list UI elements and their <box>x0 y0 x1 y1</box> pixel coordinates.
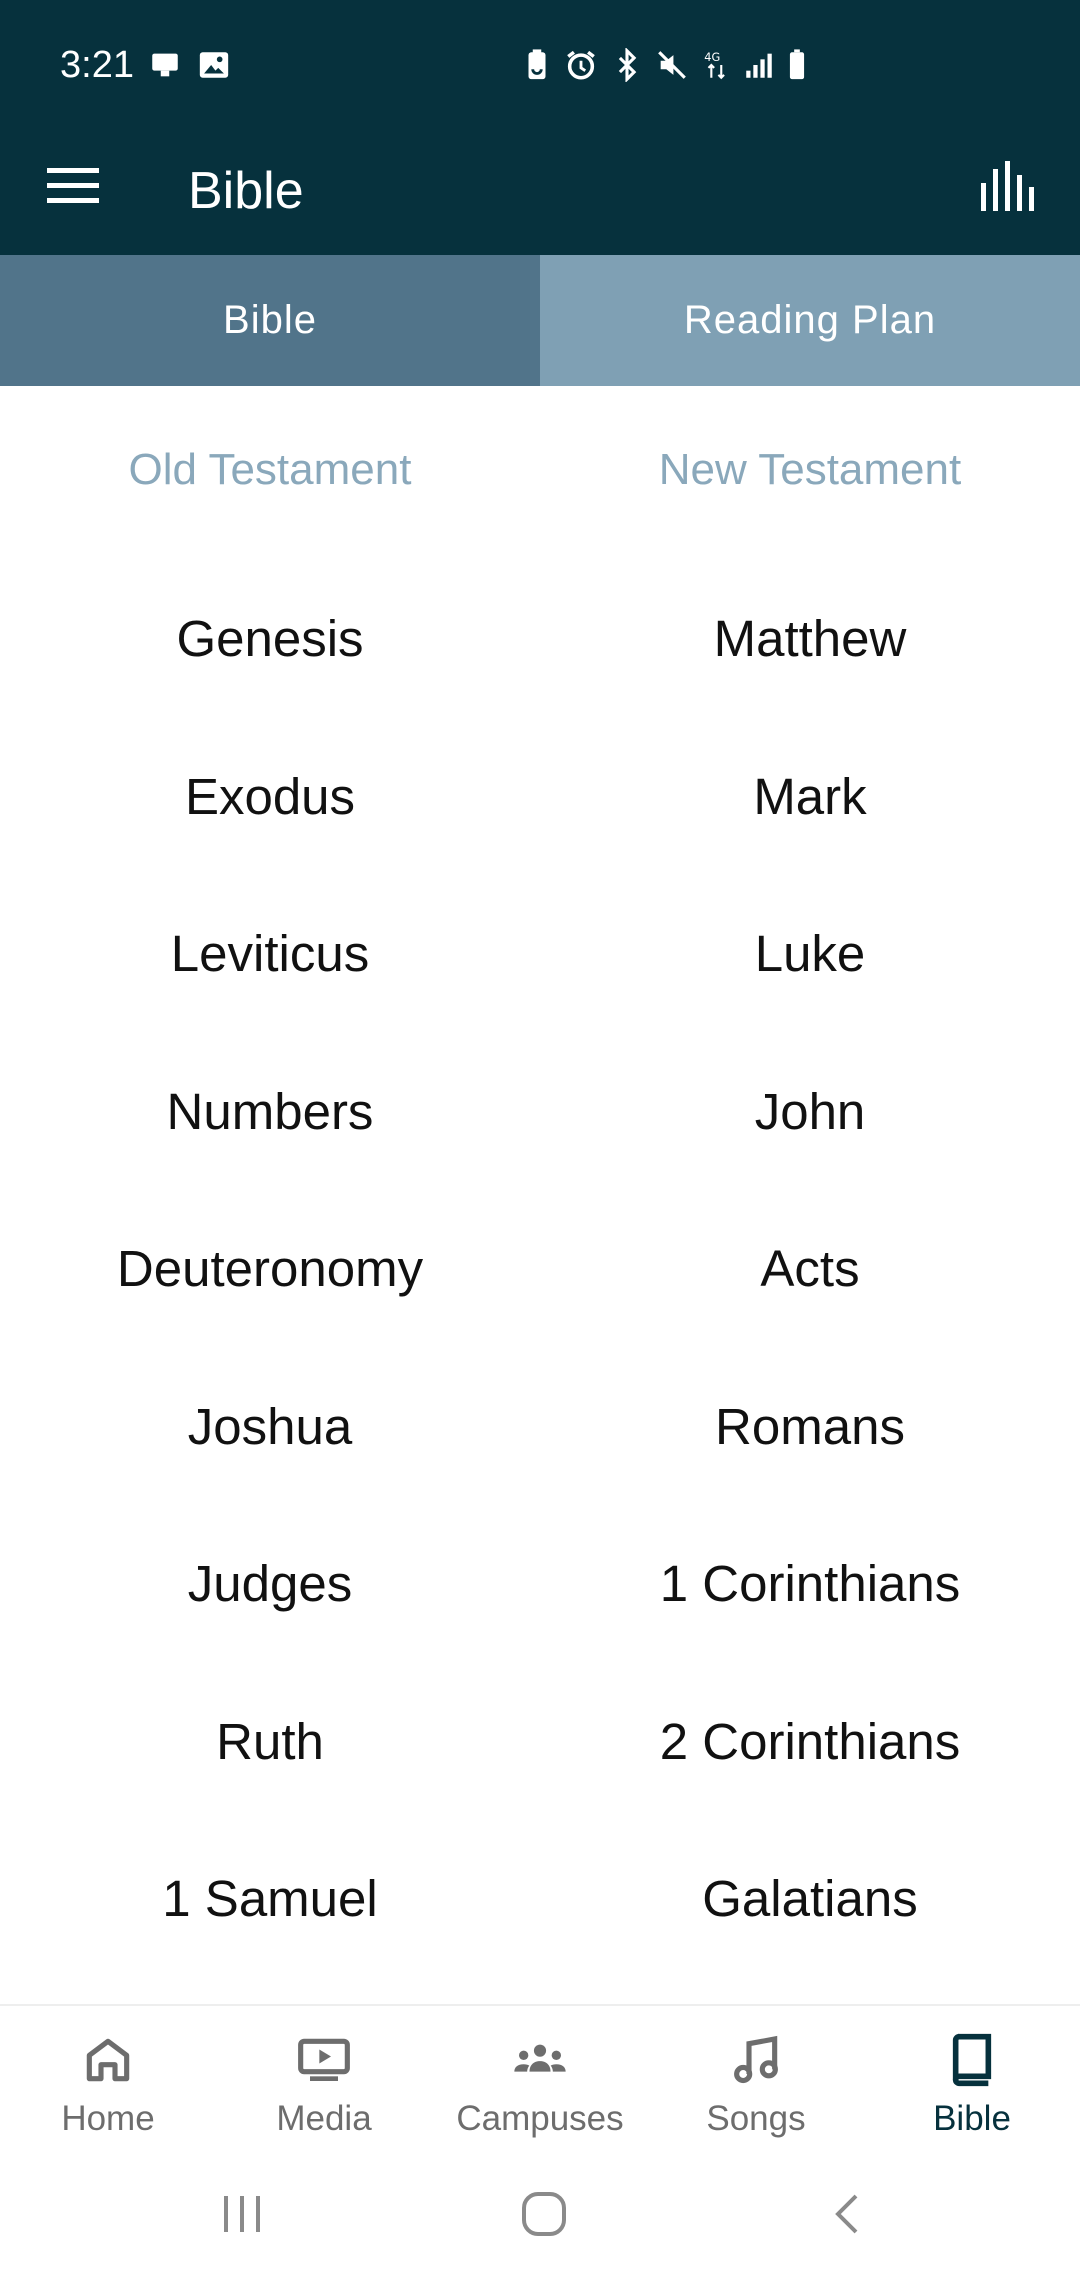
tab-bible[interactable]: Bible <box>0 255 540 386</box>
book-item[interactable]: 1 Corinthians <box>540 1505 1080 1663</box>
book-item[interactable]: Luke <box>540 875 1080 1033</box>
book-item[interactable]: Galatians <box>540 1820 1080 1978</box>
header-area: 3:21 4G Bible <box>0 0 1080 255</box>
home-icon <box>80 2032 136 2093</box>
book-item[interactable]: Numbers <box>0 1033 540 1191</box>
nav-media[interactable]: Media <box>216 2006 432 2154</box>
gallery-icon <box>197 48 231 82</box>
status-bar: 3:21 4G <box>0 0 1080 130</box>
status-time: 3:21 <box>60 44 134 86</box>
nav-home[interactable]: Home <box>0 2006 216 2154</box>
old-testament-label[interactable]: Old Testament <box>0 420 540 520</box>
tab-reading-plan[interactable]: Reading Plan <box>540 255 1080 386</box>
battery-saver-icon <box>520 48 554 82</box>
back-icon <box>830 2192 862 2241</box>
bluetooth-icon <box>610 47 644 83</box>
hamburger-menu-icon <box>47 166 99 211</box>
mute-icon <box>655 48 689 82</box>
home-button[interactable] <box>514 2186 574 2246</box>
page-title: Bible <box>188 162 304 220</box>
book-item[interactable]: Leviticus <box>0 875 540 1033</box>
book-item[interactable]: Acts <box>540 1190 1080 1348</box>
testament-headers: Old Testament New Testament <box>0 420 1080 520</box>
book-item[interactable]: Genesis <box>0 560 540 718</box>
battery-icon <box>780 48 814 82</box>
book-item[interactable]: 1 Samuel <box>0 1820 540 1978</box>
book-item[interactable]: Joshua <box>0 1348 540 1506</box>
equalizer-icon <box>979 160 1041 216</box>
campuses-icon <box>512 2032 568 2093</box>
audio-button[interactable] <box>974 155 1046 221</box>
book-item[interactable]: Mark <box>540 718 1080 876</box>
nav-label: Campuses <box>456 2099 624 2138</box>
recent-apps-button[interactable] <box>212 2186 272 2246</box>
menu-button[interactable] <box>40 155 106 221</box>
signal-icon <box>742 48 776 82</box>
tab-bar: Bible Reading Plan <box>0 255 1080 386</box>
back-button[interactable] <box>816 2186 876 2246</box>
nav-campuses[interactable]: Campuses <box>432 2006 648 2154</box>
book-item[interactable]: Judges <box>0 1505 540 1663</box>
app-bar: Bible <box>0 130 1080 255</box>
book-item[interactable]: Deuteronomy <box>0 1190 540 1348</box>
new-testament-label[interactable]: New Testament <box>540 420 1080 520</box>
book-item[interactable]: 2 Corinthians <box>540 1663 1080 1821</box>
bottom-navigation: Home Media Campuses Songs Bible <box>0 2004 1080 2154</box>
old-testament-list: Genesis Exodus Leviticus Numbers Deutero… <box>0 560 540 2000</box>
alarm-icon <box>564 48 598 82</box>
system-navigation-bar <box>0 2154 1080 2280</box>
new-testament-list: Matthew Mark Luke John Acts Romans 1 Cor… <box>540 560 1080 2000</box>
recent-apps-icon <box>220 2194 264 2239</box>
book-grid: Genesis Exodus Leviticus Numbers Deutero… <box>0 560 1080 2000</box>
book-item[interactable]: Ruth <box>0 1663 540 1821</box>
nav-label: Songs <box>706 2099 806 2138</box>
nav-label: Media <box>276 2099 372 2138</box>
nav-label: Home <box>61 2099 155 2138</box>
book-item[interactable]: Romans <box>540 1348 1080 1506</box>
book-icon <box>944 2032 1000 2093</box>
nav-songs[interactable]: Songs <box>648 2006 864 2154</box>
book-item[interactable]: John <box>540 1033 1080 1191</box>
nav-label: Bible <box>933 2099 1011 2138</box>
book-item[interactable]: Exodus <box>0 718 540 876</box>
music-note-icon <box>728 2032 784 2093</box>
home-circle-icon <box>520 2190 568 2243</box>
media-icon <box>296 2032 352 2093</box>
4g-data-icon: 4G <box>700 48 734 82</box>
screen-share-icon <box>148 48 182 82</box>
nav-bible[interactable]: Bible <box>864 2006 1080 2154</box>
book-item[interactable]: Matthew <box>540 560 1080 718</box>
svg-text:4G: 4G <box>704 50 720 64</box>
screen: 3:21 4G Bible Bible Reading Plan Old Tes… <box>0 0 1080 2280</box>
